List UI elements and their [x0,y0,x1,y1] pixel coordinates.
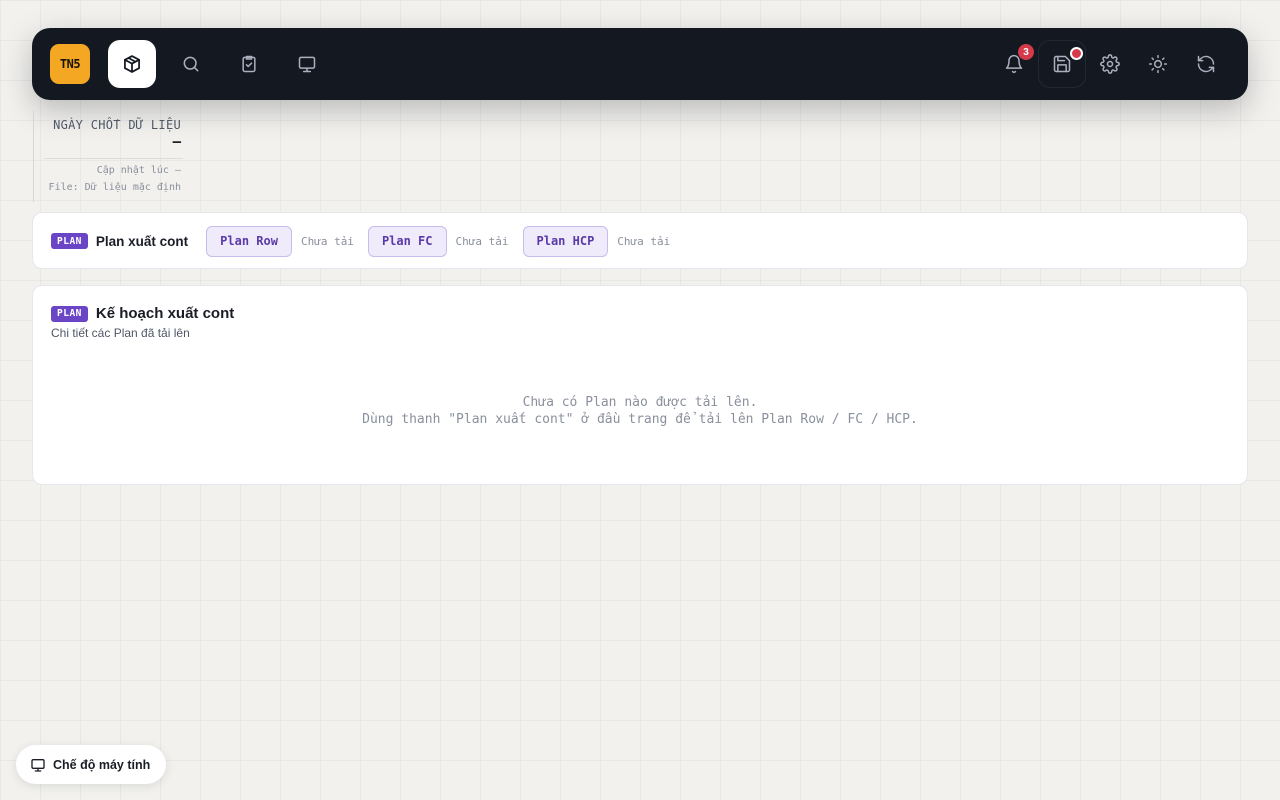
empty-state-line-1: Chưa có Plan nào được tải lên. [522,395,758,410]
plan-detail-subtitle: Chi tiết các Plan đã tải lên [51,326,190,340]
plan-row-status: Chưa tải [300,234,354,248]
notifications-button[interactable]: 3 [990,40,1038,88]
notification-count-badge: 3 [1018,44,1034,60]
settings-button[interactable] [1086,40,1134,88]
empty-state-line-2: Dùng thanh "Plan xuất cont" ở đầu trang … [362,412,918,427]
plan-hcp-upload-button[interactable]: Plan HCP [522,225,609,257]
desktop-mode-button[interactable]: Chế độ máy tính [16,745,166,784]
nav-search-button[interactable] [167,40,215,88]
refresh-icon [1197,55,1215,73]
data-cutoff-panel: NGÀY CHỐT DỮ LIỆU — Cập nhật lúc — File:… [33,110,183,202]
sun-icon [1148,54,1168,74]
search-icon [183,56,199,72]
refresh-button[interactable] [1182,40,1230,88]
plan-tag: PLAN [51,305,88,322]
data-cutoff-label: NGÀY CHỐT DỮ LIỆU [53,118,181,132]
plan-hcp-status: Chưa tải [617,234,671,248]
desktop-mode-label: Chế độ máy tính [53,757,151,772]
plan-row-upload-button[interactable]: Plan Row [206,225,292,257]
app-logo[interactable]: TN5 [50,44,90,84]
nav-tasks-button[interactable] [225,40,273,88]
last-updated-text: Cập nhật lúc — [96,165,181,176]
plan-fc-upload-button[interactable]: Plan FC [367,225,447,257]
plan-upload-bar: PLAN Plan xuất cont Plan Row Chưa tải Pl… [32,212,1248,269]
save-button[interactable] [1038,40,1086,88]
top-toolbar: TN5 3 [32,28,1248,100]
package-icon [124,55,140,73]
nav-packages-button[interactable] [108,40,156,88]
plan-tag: PLAN [51,233,88,249]
theme-toggle-button[interactable] [1134,40,1182,88]
save-icon [1053,55,1071,73]
data-cutoff-value: — [172,134,181,150]
clipboard-check-icon [242,55,256,73]
monitor-icon [31,758,45,772]
data-file-text: File: Dữ liệu mặc định [48,182,181,193]
plan-bar-title: Plan xuất cont [95,233,189,249]
nav-display-button[interactable] [283,40,331,88]
empty-state-message: Chưa có Plan nào được tải lên. Dùng than… [33,394,1247,428]
unsaved-indicator-dot [1070,47,1083,60]
plan-detail-card: PLAN Kế hoạch xuất cont Chi tiết các Pla… [32,285,1248,485]
monitor-icon [298,56,316,73]
gear-icon [1100,54,1120,74]
plan-fc-status: Chưa tải [455,234,509,248]
divider [44,158,183,159]
plan-detail-title: Kế hoạch xuất cont [95,305,235,322]
